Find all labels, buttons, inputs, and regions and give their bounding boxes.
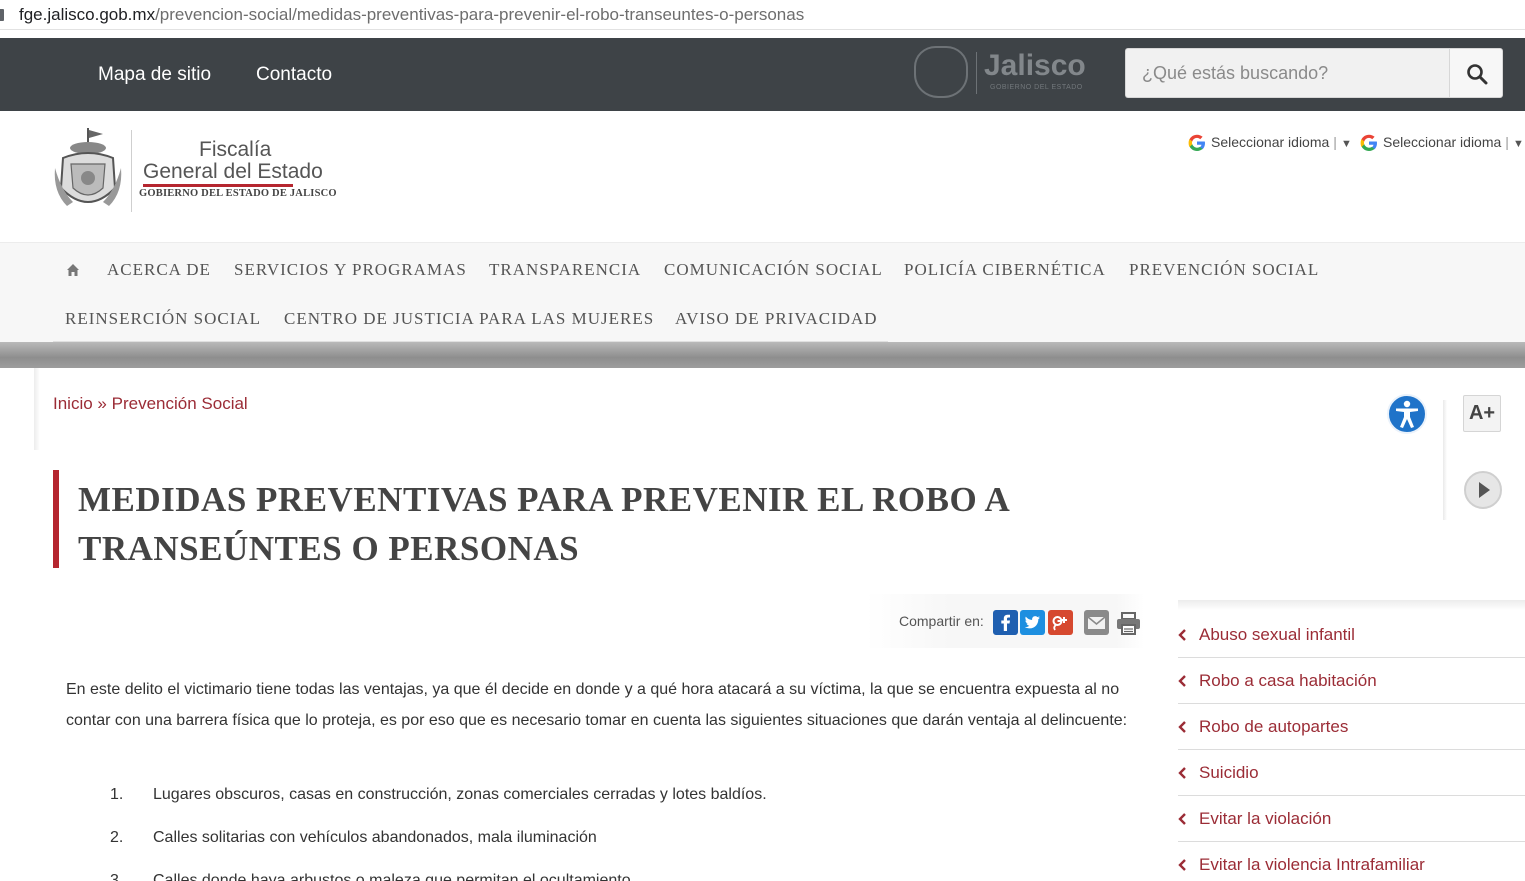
list-number: 3. <box>110 872 124 881</box>
language-selector-2[interactable]: Seleccionar idioma | ▼ <box>1359 132 1524 154</box>
nav-prevencion-social[interactable]: PREVENCIÓN SOCIAL <box>1129 259 1319 281</box>
chevron-left-icon <box>1178 813 1186 825</box>
state-seal-icon <box>54 128 122 206</box>
sidebar-item-label: Abuso sexual infantil <box>1199 625 1355 644</box>
sidebar-item-label: Robo de autopartes <box>1199 717 1349 736</box>
facebook-icon <box>1001 614 1010 631</box>
breadcrumb-home[interactable]: Inicio <box>53 394 93 413</box>
sidebar-item-label: Robo a casa habitación <box>1199 671 1377 690</box>
chevron-left-icon <box>1178 675 1186 687</box>
play-icon <box>1479 482 1490 498</box>
jalisco-seal-icon <box>914 46 968 98</box>
jalisco-government-logo[interactable]: Jalisco GOBIERNO DEL ESTADO <box>914 44 1086 100</box>
list-text: Calles donde haya arbustos o maleza que … <box>153 872 631 881</box>
search-input[interactable] <box>1125 48 1450 98</box>
logo-divider <box>976 52 977 94</box>
sidebar-item-label: Evitar la violencia Intrafamiliar <box>1199 855 1425 874</box>
increase-font-button[interactable]: A+ <box>1463 395 1501 432</box>
google-icon <box>1188 134 1205 152</box>
nav-reinsercion-social[interactable]: REINSERCIÓN SOCIAL <box>65 308 261 330</box>
sitemap-link[interactable]: Mapa de sitio <box>98 62 211 88</box>
chevron-left-icon <box>1178 859 1186 871</box>
logo-line-1: Fiscalía <box>199 138 272 161</box>
language-label: Seleccionar idioma <box>1211 134 1330 150</box>
url-text: fge.jalisco.gob.mx/prevencion-social/med… <box>19 0 805 29</box>
email-share-button[interactable] <box>1084 610 1109 635</box>
nav-acerca-de[interactable]: ACERCA DE <box>107 259 211 281</box>
nav-shadow-band <box>0 342 1525 368</box>
googleplus-icon <box>1052 616 1067 631</box>
chevron-left-icon <box>1178 629 1186 641</box>
article-title-block: MEDIDAS PREVENTIVAS PARA PREVENIR EL ROB… <box>53 470 1103 568</box>
url-path: /prevencion-social/medidas-preventivas-p… <box>155 5 805 24</box>
logo-red-line <box>143 184 293 187</box>
sidebar-item-evitar-violencia-intrafamiliar[interactable]: Evitar la violencia Intrafamiliar <box>1178 842 1525 881</box>
language-sep: | <box>1333 134 1337 150</box>
read-aloud-button[interactable] <box>1464 471 1502 509</box>
search-icon <box>1467 64 1488 85</box>
sidebar-item-robo-casa-habitacion[interactable]: Robo a casa habitación <box>1178 658 1525 704</box>
contact-link[interactable]: Contacto <box>256 62 332 88</box>
breadcrumb-separator: » <box>97 394 107 413</box>
list-number: 1. <box>110 786 124 803</box>
language-label: Seleccionar idioma <box>1383 134 1502 150</box>
chevron-left-icon <box>1178 767 1186 779</box>
sidebar-item-label: Evitar la violación <box>1199 809 1332 828</box>
sidebar-item-suicidio[interactable]: Suicidio <box>1178 750 1525 796</box>
share-label: Compartir en: <box>899 613 984 629</box>
jalisco-logo-subtext: GOBIERNO DEL ESTADO <box>990 84 1083 91</box>
googleplus-share-button[interactable] <box>1048 610 1073 635</box>
home-icon[interactable] <box>66 263 80 277</box>
sidebar-item-robo-autopartes[interactable]: Robo de autopartes <box>1178 704 1525 750</box>
nav-servicios-y-programas[interactable]: SERVICIOS Y PROGRAMAS <box>234 259 467 281</box>
browser-url-bar[interactable]: fge.jalisco.gob.mx/prevencion-social/med… <box>0 0 1525 30</box>
logo-line-3: GOBIERNO DEL ESTADO DE JALISCO <box>139 188 337 199</box>
share-bar: Compartir en: <box>866 594 1144 648</box>
facebook-share-button[interactable] <box>993 610 1018 635</box>
logo-divider <box>131 130 132 212</box>
google-icon <box>1360 134 1377 152</box>
nav-aviso-de-privacidad[interactable]: AVISO DE PRIVACIDAD <box>675 308 878 330</box>
article-intro: En este delito el victimario tiene todas… <box>66 681 1128 729</box>
sidebar-item-abuso-sexual-infantil[interactable]: Abuso sexual infantil <box>1178 612 1525 658</box>
nav-transparencia[interactable]: TRANSPARENCIA <box>489 259 641 281</box>
print-button[interactable] <box>1115 610 1140 635</box>
fge-logo[interactable]: Fiscalía General del Estado GOBIERNO DEL… <box>53 124 337 216</box>
sidebar-item-evitar-violacion[interactable]: Evitar la violación <box>1178 796 1525 842</box>
email-icon <box>1087 616 1106 629</box>
sidebar-top-shade <box>1178 600 1525 610</box>
accessibility-icon <box>1396 400 1418 428</box>
lock-icon <box>0 9 4 21</box>
breadcrumb-current[interactable]: Prevención Social <box>112 394 248 413</box>
twitter-share-button[interactable] <box>1020 610 1045 635</box>
language-sep: | <box>1505 134 1509 150</box>
content-left-shade <box>34 368 40 450</box>
chevron-left-icon <box>1178 721 1186 733</box>
main-navigation: ACERCA DE SERVICIOS Y PROGRAMAS TRANSPAR… <box>0 242 1525 343</box>
nav-centro-de-justicia[interactable]: CENTRO DE JUSTICIA PARA LAS MUJERES <box>284 308 654 330</box>
search-button[interactable] <box>1449 48 1503 98</box>
nav-comunicacion-social[interactable]: COMUNICACIÓN SOCIAL <box>664 259 883 281</box>
list-number: 2. <box>110 829 124 846</box>
toolbar-shade <box>1443 400 1447 520</box>
accessibility-button[interactable] <box>1387 394 1427 434</box>
article-title: MEDIDAS PREVENTIVAS PARA PREVENIR EL ROB… <box>78 480 1009 568</box>
url-host: fge.jalisco.gob.mx <box>19 5 156 24</box>
list-text: Lugares obscuros, casas en construcción,… <box>153 786 767 803</box>
language-selector-1[interactable]: Seleccionar idioma | ▼ <box>1187 132 1352 154</box>
jalisco-logo-text: Jalisco <box>984 49 1086 82</box>
dropdown-arrow-icon: ▼ <box>1340 138 1352 150</box>
sidebar-item-label: Suicidio <box>1199 763 1259 782</box>
twitter-icon <box>1024 616 1040 629</box>
dropdown-arrow-icon: ▼ <box>1512 138 1524 150</box>
printer-icon <box>1117 612 1140 635</box>
breadcrumb: Inicio » Prevención Social <box>53 393 248 415</box>
logo-line-2: General del Estado <box>143 160 323 183</box>
list-text: Calles solitarias con vehículos abandona… <box>153 829 597 846</box>
nav-policia-cibernetica[interactable]: POLICÍA CIBERNÉTICA <box>904 259 1106 281</box>
